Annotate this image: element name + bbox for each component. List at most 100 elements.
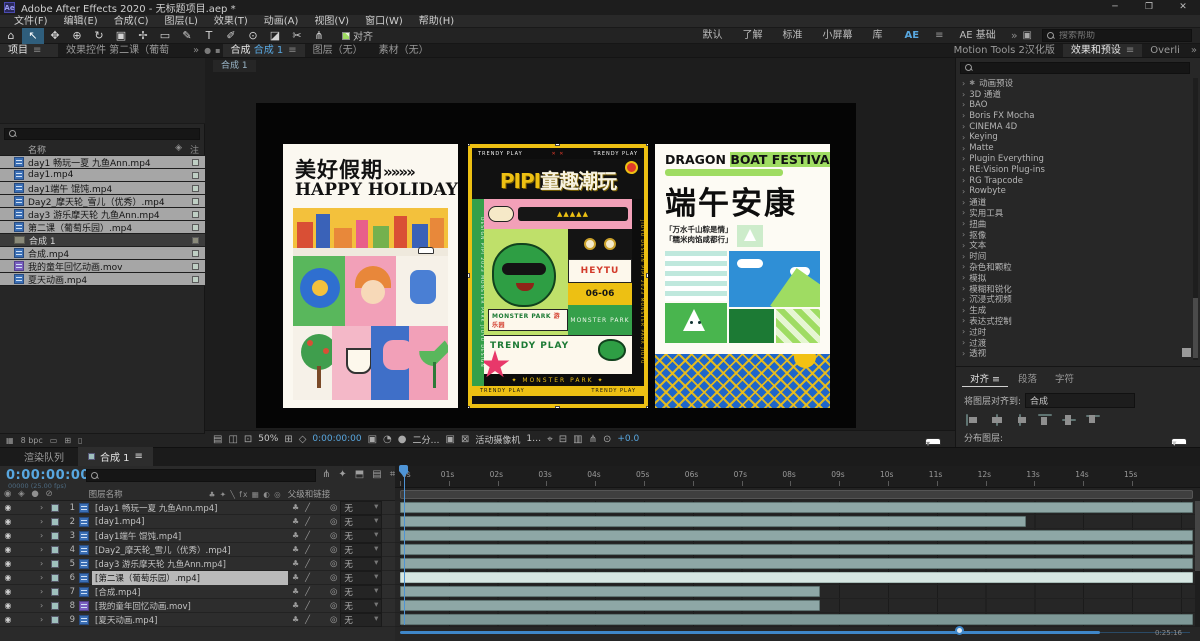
layer-color-chip[interactable]	[51, 504, 59, 512]
effects-category[interactable]: ›Rowbyte	[956, 186, 1194, 197]
shape-tool-icon[interactable]: ▭	[154, 28, 176, 44]
project-item[interactable]: day1 畅玩一夏 九鱼Ann.mp4	[0, 156, 205, 169]
tab-overlord[interactable]: Overli	[1142, 44, 1188, 57]
layer-bar-row[interactable]	[395, 585, 1200, 599]
help-search-input[interactable]	[1059, 31, 1179, 41]
effects-category[interactable]: ›BAO	[956, 100, 1194, 111]
view-layout-dropdown[interactable]: 1… ▾	[526, 434, 541, 444]
layer-bar-row[interactable]	[395, 515, 1200, 529]
item-check-icon[interactable]	[192, 237, 199, 244]
tab-timeline-comp[interactable]: 合成 1≡	[78, 447, 153, 466]
twirl-icon[interactable]: ›	[40, 587, 51, 596]
parent-dropdown[interactable]: 无▾	[340, 557, 382, 571]
magnification-icon[interactable]: ⊡	[244, 434, 252, 445]
effects-category[interactable]: ›沉浸式视频	[956, 294, 1194, 305]
twirl-icon[interactable]: ›	[40, 531, 51, 540]
eye-icon[interactable]: ◉	[0, 615, 16, 624]
parent-dropdown[interactable]: 无▾	[340, 543, 382, 557]
selection-tool-icon[interactable]: ↖	[22, 28, 44, 44]
workspace-0[interactable]: 默认	[693, 28, 733, 44]
twirl-icon[interactable]: ›	[962, 338, 965, 347]
composition-nav-tab[interactable]: 合成 1	[213, 60, 256, 72]
layer-duration-bar[interactable]	[400, 530, 1193, 541]
snap-toggle[interactable]: 对齐	[342, 28, 373, 43]
tab-project[interactable]: 项目≡	[0, 44, 58, 57]
item-check-icon[interactable]	[192, 198, 199, 205]
layer-duration-bar[interactable]	[400, 516, 1026, 527]
layer-switches[interactable]: ♣╱	[288, 503, 330, 512]
layer-color-chip[interactable]	[51, 560, 59, 568]
workspace-menu-icon[interactable]: ≡	[931, 30, 947, 41]
eye-icon[interactable]: ◉	[0, 587, 16, 596]
project-item[interactable]: day1.mp4	[0, 169, 205, 182]
layer-bar-row[interactable]	[395, 571, 1200, 585]
parent-dropdown[interactable]: 无▾	[340, 529, 382, 543]
twirl-icon[interactable]: ›	[962, 100, 965, 109]
effects-category[interactable]: ›Matte	[956, 143, 1194, 154]
eye-icon[interactable]: ◉	[0, 559, 16, 568]
reset-exposure-icon[interactable]: ⊙	[603, 434, 611, 445]
camera-dropdown[interactable]: 活动摄像机 ▾	[475, 433, 520, 446]
timeline-layer-row[interactable]: ◉›2[day1.mp4]♣╱◎无▾	[0, 515, 395, 529]
snap-checkbox-icon[interactable]	[342, 32, 350, 40]
playhead-icon[interactable]	[399, 465, 410, 477]
close-button[interactable]: ✕	[1166, 0, 1200, 15]
layer-bar-row[interactable]	[395, 501, 1200, 515]
frame-blending-icon[interactable]: ▤	[372, 469, 381, 480]
workspace-ae-basics[interactable]: AE 基础	[949, 28, 1005, 44]
workspace-ae-badge[interactable]: AE	[895, 28, 930, 44]
parent-dropdown[interactable]: 无▾	[340, 501, 382, 515]
effects-category[interactable]: ›CINEMA 4D	[956, 121, 1194, 132]
camera-tool-icon[interactable]: ▣	[110, 28, 132, 44]
primary-viewer-icon[interactable]: ◫	[228, 434, 237, 445]
show-snapshot-icon[interactable]: ◔	[383, 434, 392, 445]
twirl-icon[interactable]: ›	[962, 262, 965, 271]
layer-name[interactable]: [Day2_摩天轮_雪儿（优秀）.mp4]	[92, 543, 288, 557]
item-check-icon[interactable]	[192, 250, 199, 257]
mask-visibility-icon[interactable]: ◇	[299, 434, 307, 445]
selection-handle[interactable]	[646, 406, 648, 408]
panel-menu-icon[interactable]: ≡	[288, 45, 296, 56]
workspace-2[interactable]: 标准	[773, 28, 813, 44]
twirl-icon[interactable]: ›	[962, 176, 965, 185]
twirl-icon[interactable]: ›	[962, 79, 965, 88]
delete-icon[interactable]: ▯	[78, 436, 82, 445]
current-timecode[interactable]: 0:00:00:00	[6, 468, 90, 483]
layer-duration-bar[interactable]	[400, 544, 1193, 555]
layer-bar-row[interactable]	[395, 529, 1200, 543]
bit-depth-button[interactable]: 8 bpc	[21, 436, 43, 445]
poster-dragon-boat[interactable]: DRAGON BOAT FESTIVAL 端午安康 「万水千山粽是情」 「糯米肉…	[655, 144, 830, 408]
hand-tool-icon[interactable]: ✥	[44, 28, 66, 44]
layer-switches[interactable]: ♣╱	[288, 545, 330, 554]
parent-dropdown[interactable]: 无▾	[340, 585, 382, 599]
menu-item-3[interactable]: 图层(L)	[156, 15, 205, 28]
selection-handle[interactable]	[468, 273, 470, 278]
zoom-dropdown[interactable]: 50% ▾	[258, 434, 278, 444]
maximize-button[interactable]: ❐	[1132, 0, 1166, 15]
tab-effect-controls[interactable]: 效果控件 第二课（葡萄	[58, 44, 190, 57]
workspace-3[interactable]: 小屏幕	[813, 28, 863, 44]
pixel-aspect-icon[interactable]: ⌖	[547, 434, 553, 445]
twirl-icon[interactable]: ›	[40, 503, 51, 512]
effects-category[interactable]: ›RE:Vision Plug-ins	[956, 164, 1194, 175]
twirl-icon[interactable]: ›	[40, 559, 51, 568]
tab-align[interactable]: 对齐 ≡	[962, 370, 1008, 387]
twirl-icon[interactable]: ›	[962, 187, 965, 196]
menu-item-8[interactable]: 帮助(H)	[411, 15, 462, 28]
timeline-vscrollbar-thumb[interactable]	[1195, 501, 1200, 571]
layer-switches[interactable]: ♣╱	[288, 573, 330, 582]
parent-dropdown[interactable]: 无▾	[340, 613, 382, 627]
twirl-icon[interactable]: ›	[962, 122, 965, 131]
layer-duration-bar[interactable]	[400, 502, 1193, 513]
selection-handle[interactable]	[646, 273, 648, 278]
layer-bar-row[interactable]	[395, 599, 1200, 613]
selection-handle[interactable]	[646, 144, 648, 146]
effects-category[interactable]: ›表达式控制	[956, 316, 1194, 327]
composition-canvas[interactable]: 美好假期»»»» HAPPY HOLIDAY	[256, 103, 856, 428]
twirl-icon[interactable]: ›	[962, 284, 965, 293]
project-item[interactable]: day1端午 馄饨.mp4	[0, 182, 205, 195]
menu-item-0[interactable]: 文件(F)	[6, 15, 56, 28]
effects-category[interactable]: ›Keying	[956, 132, 1194, 143]
effects-category[interactable]: ›Boris FX Mocha	[956, 110, 1194, 121]
twirl-icon[interactable]: ›	[962, 316, 965, 325]
